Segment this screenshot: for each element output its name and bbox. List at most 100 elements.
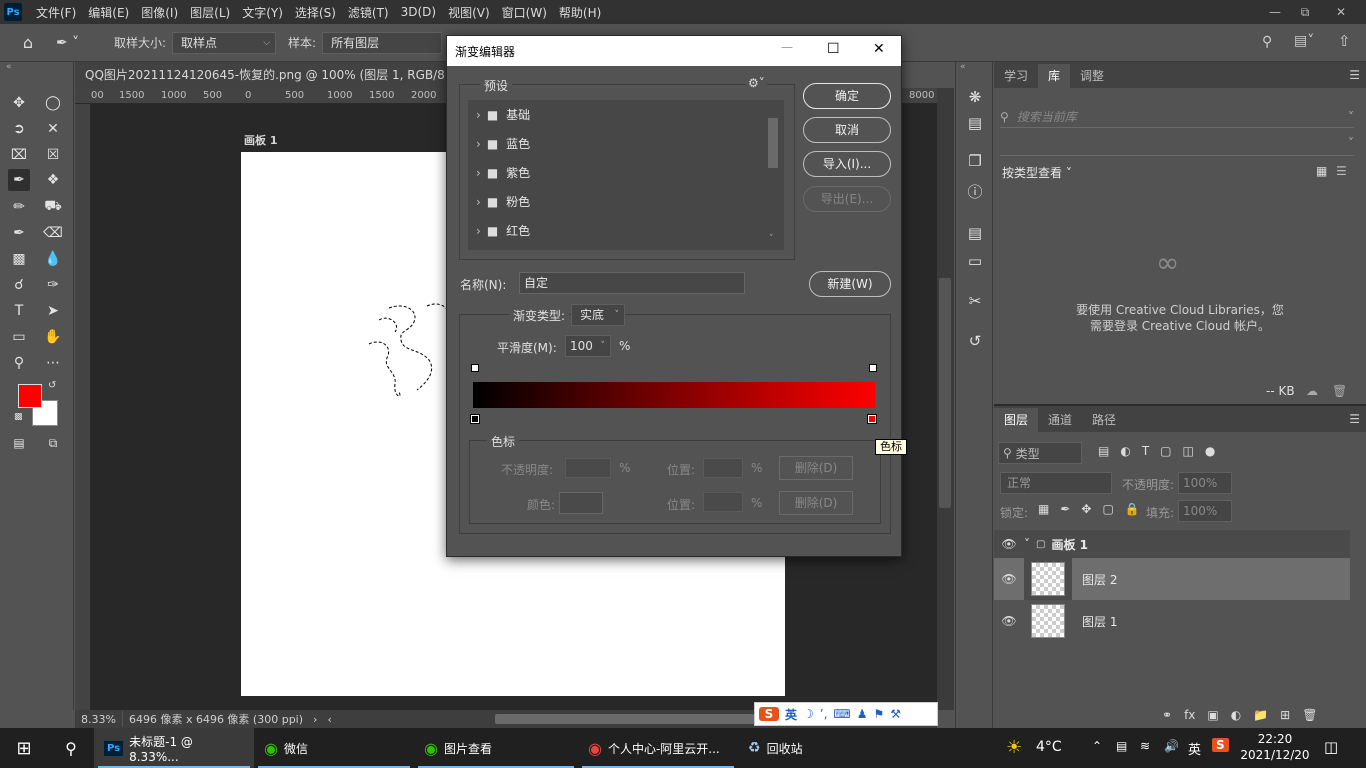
- taskbar-app-photoshop[interactable]: Ps 未标题-1 @ 8.33%...: [94, 728, 254, 768]
- sogou-icon[interactable]: S: [1212, 738, 1229, 752]
- tab-learn[interactable]: 学习: [994, 64, 1038, 88]
- tab-paths[interactable]: 路径: [1082, 408, 1126, 432]
- close-icon[interactable]: ✕: [1326, 0, 1356, 24]
- menu-file[interactable]: 文件(F): [30, 4, 82, 21]
- menu-3d[interactable]: 3D(D): [395, 5, 442, 19]
- smoothness-input[interactable]: 100 ˅: [565, 335, 611, 357]
- type-tool-icon[interactable]: T: [8, 300, 30, 322]
- pen-tool-icon[interactable]: ✑: [42, 274, 64, 296]
- dodge-tool-icon[interactable]: ☌: [8, 274, 30, 296]
- clone-stamp-tool-icon[interactable]: ⛟: [42, 196, 64, 218]
- eyedropper-tool-icon[interactable]: ✒ ˅: [56, 35, 96, 51]
- restore-icon[interactable]: ⧉: [1290, 0, 1320, 24]
- hand-tool-icon[interactable]: ✋: [42, 326, 64, 348]
- new-group-icon[interactable]: 📁: [1253, 708, 1268, 722]
- skin-icon[interactable]: ⚑: [874, 707, 885, 721]
- taskbar-ime[interactable]: 英: [1188, 739, 1201, 758]
- windows-start-icon[interactable]: ⊞: [0, 738, 48, 759]
- wifi-icon[interactable]: ≋: [1140, 739, 1150, 753]
- collapse-icon[interactable]: «: [6, 62, 12, 72]
- vertical-scrollbar[interactable]: [937, 88, 954, 710]
- type-filter-icon[interactable]: T: [1142, 444, 1149, 458]
- cloud-icon[interactable]: ☁: [1306, 384, 1318, 398]
- layer-mask-icon[interactable]: ▣: [1207, 708, 1218, 722]
- punctuation-icon[interactable]: ’‚: [820, 707, 828, 721]
- preset-folder[interactable]: › ■ 蓝色: [476, 129, 530, 158]
- list-view-icon[interactable]: ☰: [1336, 164, 1347, 178]
- notification-icon[interactable]: ◫: [1324, 738, 1338, 756]
- view-by-type[interactable]: 按类型查看 ˅: [1002, 164, 1072, 181]
- quick-mask-icon[interactable]: ▤: [8, 432, 30, 454]
- taskbar-app-recycle-bin[interactable]: ♻ 回收站: [738, 728, 838, 768]
- search-icon[interactable]: ⚲: [1262, 34, 1272, 50]
- layer-row[interactable]: 👁 图层 2: [994, 558, 1350, 600]
- chevron-down-icon[interactable]: ˅: [769, 234, 774, 244]
- chevron-left-icon[interactable]: ‹: [327, 713, 331, 726]
- lock-position-icon[interactable]: ✥: [1081, 502, 1091, 516]
- new-button[interactable]: 新建(W): [809, 271, 891, 297]
- visibility-eye-icon[interactable]: 👁: [994, 537, 1024, 551]
- cancel-button[interactable]: 取消: [803, 117, 891, 143]
- frame-tool-icon[interactable]: ☒: [42, 144, 64, 166]
- stop-color-swatch[interactable]: [559, 492, 603, 514]
- rectangle-tool-icon[interactable]: ▭: [8, 326, 30, 348]
- sample-select[interactable]: 所有图层: [322, 31, 443, 54]
- menu-help[interactable]: 帮助(H): [553, 4, 607, 21]
- delete-opacity-stop-button[interactable]: 删除(D): [779, 456, 853, 480]
- default-colors-icon[interactable]: ▩: [14, 412, 23, 422]
- moon-icon[interactable]: ☽: [803, 707, 814, 721]
- workspace-icon[interactable]: ▤˅: [1294, 33, 1314, 49]
- fx-icon[interactable]: fx: [1184, 708, 1195, 722]
- ime-toolbar[interactable]: S 英 ☽ ’‚ ⌨ ♟ ⚑ ⚒: [754, 702, 938, 726]
- opacity-stop-right[interactable]: [869, 364, 877, 372]
- preset-scroll-thumb[interactable]: [768, 118, 778, 168]
- library-search-input[interactable]: 搜索当前库: [1017, 108, 1077, 125]
- library-select[interactable]: ˅: [1000, 136, 1354, 156]
- blur-tool-icon[interactable]: 💧: [42, 248, 64, 270]
- color-wheel-icon[interactable]: ❋: [964, 86, 986, 108]
- artboard-layer-row[interactable]: 👁 ˅ ▢ 画板 1: [994, 530, 1350, 558]
- gradient-tool-icon[interactable]: ▩: [8, 248, 30, 270]
- settings-gear-icon[interactable]: ⚙˅: [746, 76, 767, 90]
- sample-size-select[interactable]: 取样点 ⌵: [172, 31, 277, 54]
- history-brush-tool-icon[interactable]: ✒: [8, 222, 30, 244]
- marquee-tool-icon[interactable]: ◯: [42, 92, 64, 114]
- shape-filter-icon[interactable]: ▢: [1160, 444, 1171, 458]
- weather-sun-icon[interactable]: ☀: [1006, 737, 1022, 758]
- scroll-thumb[interactable]: [939, 278, 951, 508]
- name-input[interactable]: 自定: [519, 272, 745, 294]
- tools-icon[interactable]: ⚒: [890, 707, 901, 721]
- keyboard-icon[interactable]: ⌨: [833, 707, 850, 721]
- healing-brush-tool-icon[interactable]: ❖: [42, 169, 64, 191]
- layer-row[interactable]: 👁 图层 1: [994, 600, 1350, 642]
- collapse-icon[interactable]: «: [960, 62, 966, 72]
- chevron-up-icon[interactable]: ⌃: [1092, 739, 1102, 753]
- lock-pixels-icon[interactable]: ✒: [1060, 502, 1070, 516]
- screen-mode-icon[interactable]: ⧉: [42, 432, 64, 454]
- delete-color-stop-button[interactable]: 删除(D): [779, 491, 853, 515]
- export-button[interactable]: 导出(E)...: [803, 186, 891, 212]
- foreground-color-swatch[interactable]: [18, 384, 42, 408]
- info-icon[interactable]: ⓘ: [964, 180, 986, 202]
- search-icon[interactable]: ⚲: [48, 739, 94, 758]
- filter-toggle-icon[interactable]: ●: [1205, 444, 1215, 458]
- document-tab[interactable]: QQ图片20211124120645-恢复的.png @ 100% (图层 1,…: [75, 62, 492, 88]
- opacity-stop-left[interactable]: [471, 364, 479, 372]
- ok-button[interactable]: 确定: [803, 83, 891, 109]
- adjustment-filter-icon[interactable]: ◐: [1120, 444, 1130, 458]
- menu-filter[interactable]: 滤镜(T): [342, 4, 395, 21]
- gradient-type-select[interactable]: 实底 ˅: [571, 304, 625, 326]
- crop-tool-icon[interactable]: ⌧: [8, 144, 30, 166]
- color-location-input[interactable]: [703, 492, 743, 512]
- pixel-filter-icon[interactable]: ▤: [1098, 444, 1109, 458]
- color-stop-left[interactable]: [470, 414, 480, 424]
- minimize-icon[interactable]: —: [1260, 0, 1290, 24]
- lock-artboard-icon[interactable]: ▢: [1102, 502, 1113, 516]
- horizontal-scroll-thumb[interactable]: [495, 714, 755, 724]
- lock-all-icon[interactable]: 🔒: [1125, 502, 1140, 516]
- menu-window[interactable]: 窗口(W): [496, 4, 553, 21]
- link-layers-icon[interactable]: ⚭: [1162, 708, 1172, 722]
- history-icon[interactable]: ↺: [964, 330, 986, 352]
- home-icon[interactable]: ⌂: [0, 33, 56, 52]
- more-tools-icon[interactable]: ⋯: [42, 352, 64, 374]
